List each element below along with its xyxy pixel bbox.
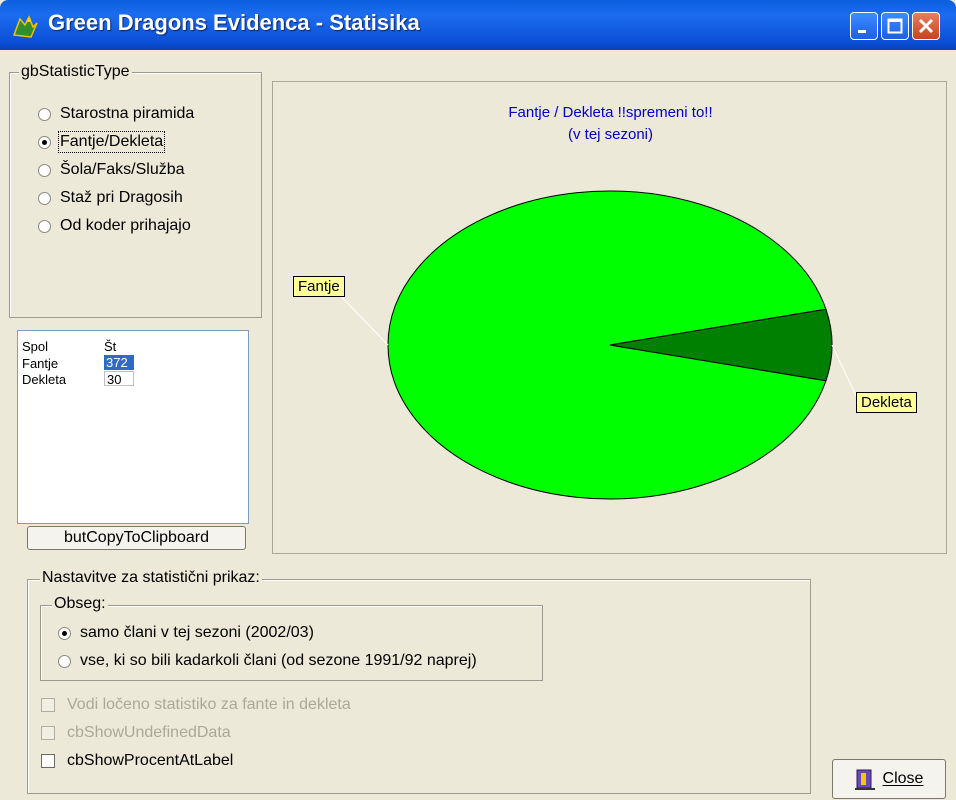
- radio-label: Starostna piramida: [60, 105, 195, 122]
- radio-all-members[interactable]: vse, ki so bili kadarkoli člani (od sezo…: [58, 652, 477, 670]
- radio-label: vse, ki so bili kadarkoli člani (od sezo…: [80, 652, 477, 669]
- checkbox[interactable]: [41, 726, 55, 740]
- maximize-button[interactable]: [881, 12, 909, 40]
- radio-button[interactable]: [38, 107, 51, 121]
- radio-label: Fantje/Dekleta: [57, 131, 166, 153]
- radio-button[interactable]: [38, 163, 51, 177]
- cell-fantje-value[interactable]: 372: [104, 355, 134, 370]
- radio-label: Staž pri Dragosih: [60, 189, 183, 206]
- checkbox[interactable]: [41, 698, 55, 712]
- checkbox[interactable]: [41, 754, 55, 768]
- checkbox-label: Vodi ločeno statistiko za fante in dekle…: [67, 696, 351, 713]
- copy-to-clipboard-button[interactable]: butCopyToClipboard: [27, 526, 246, 550]
- radio-starostna-piramida[interactable]: Starostna piramida: [38, 105, 194, 123]
- radio-label: Šola/Faks/Služba: [60, 161, 185, 178]
- close-icon: [918, 18, 934, 34]
- row-label-dekleta: Dekleta: [22, 372, 67, 387]
- chart-panel: Fantje / Dekleta !!spremeni to!! (v tej …: [272, 81, 947, 554]
- maximize-icon: [887, 18, 903, 34]
- window-body: gbStatisticType Starostna piramida Fantj…: [0, 50, 956, 800]
- checkbox-show-procent-at-label[interactable]: cbShowProcentAtLabel: [41, 752, 233, 770]
- statistics-table[interactable]: Spol Št Fantje 372 Dekleta 30: [17, 330, 249, 524]
- radio-button[interactable]: [58, 654, 71, 668]
- close-button-label: Close: [882, 770, 924, 787]
- checkbox-show-undefined-data[interactable]: cbShowUndefinedData: [41, 724, 231, 742]
- radio-current-season[interactable]: samo člani v tej sezoni (2002/03): [58, 624, 314, 642]
- range-label: Obseg:: [52, 595, 108, 613]
- dragon-icon: [11, 13, 39, 39]
- column-header-st: Št: [104, 339, 117, 354]
- pie-label-fantje: Fantje: [293, 276, 345, 297]
- radio-button[interactable]: [38, 135, 51, 149]
- statistic-type-label: gbStatisticType: [19, 63, 132, 81]
- radio-button[interactable]: [38, 219, 51, 233]
- minimize-icon: [858, 30, 866, 33]
- radio-sola-faks-sluzba[interactable]: Šola/Faks/Služba: [38, 161, 185, 179]
- column-header-spol: Spol: [22, 339, 49, 354]
- checkbox-label: cbShowProcentAtLabel: [67, 752, 234, 769]
- radio-label: Od koder prihajajo: [60, 217, 191, 234]
- minimize-button[interactable]: [850, 12, 878, 40]
- radio-button[interactable]: [58, 626, 71, 640]
- checkbox-separate-statistics[interactable]: Vodi ločeno statistiko za fante in dekle…: [41, 696, 351, 714]
- pie-label-dekleta: Dekleta: [856, 392, 917, 413]
- radio-od-koder-prihajajo[interactable]: Od koder prihajajo: [38, 217, 191, 235]
- radio-staz-pri-dragosih[interactable]: Staž pri Dragosih: [38, 189, 183, 207]
- window-close-button[interactable]: [912, 12, 940, 40]
- radio-label: samo člani v tej sezoni (2002/03): [80, 624, 314, 641]
- settings-label: Nastavitve za statistični prikaz:: [40, 569, 262, 587]
- radio-fantje-dekleta[interactable]: Fantje/Dekleta: [38, 131, 166, 153]
- door-exit-icon: [854, 769, 875, 790]
- title-bar: Green Dragons Evidenca - Statisika: [0, 0, 956, 50]
- close-button[interactable]: Close: [832, 759, 946, 799]
- row-label-fantje: Fantje: [22, 356, 59, 371]
- checkbox-label: cbShowUndefinedData: [67, 724, 231, 741]
- pie-slice-dekleta-leader-line: [831, 344, 860, 403]
- pie-chart: [332, 190, 860, 500]
- cell-dekleta-value[interactable]: 30: [104, 371, 134, 386]
- window-title: Green Dragons Evidenca - Statisika: [48, 10, 420, 35]
- radio-button[interactable]: [38, 191, 51, 205]
